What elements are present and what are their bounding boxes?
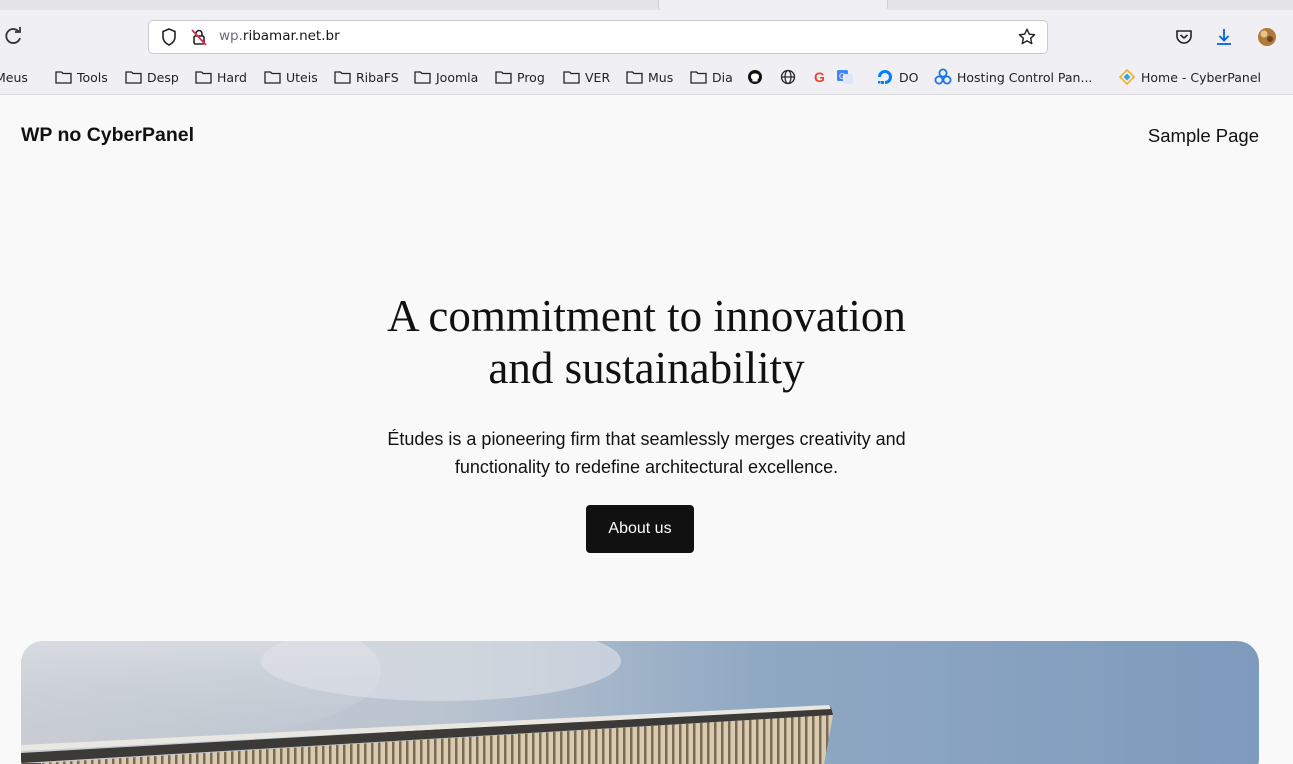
bookmark-translate[interactable]: G — [836, 68, 854, 86]
insecure-lock-icon[interactable] — [189, 27, 209, 51]
folder-icon — [334, 71, 351, 84]
bookmark-label: VER — [585, 69, 611, 85]
download-icon[interactable] — [1213, 26, 1235, 48]
bookmark-folder-joomla[interactable]: Joomla — [414, 68, 478, 86]
google-icon: G — [814, 69, 825, 85]
bookmark-hosting-control-panel[interactable]: Hosting Control Pan... — [934, 68, 1092, 86]
bookmark-folder-mus[interactable]: Mus — [626, 68, 673, 86]
bookmark-label: Mus — [648, 69, 674, 85]
folder-icon — [495, 71, 512, 84]
nav-link-sample-page[interactable]: Sample Page — [1148, 125, 1259, 147]
bookmark-label: Home - CyberPanel — [1141, 69, 1261, 85]
url-domain: ribamar.net.br — [242, 28, 340, 44]
url-text[interactable]: wp.ribamar.net.br — [219, 28, 340, 44]
translate-icon: G — [837, 70, 853, 84]
bookmark-folder-ver[interactable]: VER — [563, 68, 610, 86]
folder-icon — [690, 71, 707, 84]
hosting-icon — [934, 68, 952, 85]
reload-icon[interactable] — [4, 26, 26, 48]
bookmark-label: RibaFS — [356, 69, 399, 85]
bookmark-star-icon[interactable] — [1017, 27, 1037, 51]
about-us-button[interactable]: About us — [586, 505, 694, 553]
url-subdomain: wp. — [219, 28, 243, 44]
browser-toolbar: wp.ribamar.net.br Meus Tools Desp Hard U… — [0, 0, 1293, 95]
bookmark-folder-desp[interactable]: Desp — [125, 68, 179, 86]
bookmark-label: Desp — [147, 69, 179, 85]
folder-icon — [195, 71, 212, 84]
bookmark-folder-meus[interactable]: Meus — [0, 68, 28, 86]
folder-icon — [264, 71, 281, 84]
bookmark-label: DO — [899, 69, 919, 85]
hero-building-image — [21, 641, 1259, 764]
bookmark-folder-ribafs[interactable]: RibaFS — [334, 68, 399, 86]
hero-title-line-2: and sustainability — [488, 343, 805, 393]
bookmark-label: Prog — [517, 69, 545, 85]
bookmark-folder-tools[interactable]: Tools — [55, 68, 108, 86]
bookmark-label: Dia — [712, 69, 733, 85]
bookmark-folder-prog[interactable]: Prog — [495, 68, 545, 86]
folder-icon — [626, 71, 643, 84]
bookmark-folder-dia[interactable]: Dia — [690, 68, 733, 86]
cyberpanel-icon — [1118, 68, 1136, 86]
active-tab[interactable] — [658, 0, 888, 10]
bookmark-home-cyberpanel[interactable]: Home - CyberPanel — [1118, 68, 1261, 86]
pocket-icon[interactable] — [1173, 26, 1195, 48]
bookmark-label: Meus — [0, 69, 28, 85]
digitalocean-icon — [878, 70, 892, 84]
folder-icon — [414, 71, 431, 84]
tracking-protection-icon[interactable] — [159, 27, 179, 51]
bookmark-label: Hosting Control Pan... — [957, 69, 1093, 85]
bookmark-label: Hard — [217, 69, 247, 85]
address-bar[interactable]: wp.ribamar.net.br — [148, 20, 1048, 54]
bookmark-label: Joomla — [436, 69, 479, 85]
bookmark-folder-hard[interactable]: Hard — [195, 68, 247, 86]
bookmark-label: Tools — [77, 69, 108, 85]
bookmark-folder-uteis[interactable]: Uteis — [264, 68, 318, 86]
globe-icon — [780, 69, 796, 85]
svg-text:G: G — [839, 72, 845, 81]
bookmark-label: Uteis — [286, 69, 318, 85]
tab-strip — [0, 0, 1293, 10]
bookmark-google[interactable]: G — [812, 68, 828, 86]
bookmarks-bar: Meus Tools Desp Hard Uteis RibaFS Joomla — [0, 64, 1293, 90]
folder-icon — [55, 71, 72, 84]
hero-title-line-1: A commitment to innovation — [387, 291, 906, 341]
hero-subtitle-line-2: functionality to redefine architectural … — [454, 457, 839, 477]
hero-subtitle-line-1: Études is a pioneering firm that seamles… — [387, 429, 906, 449]
profile-avatar-icon[interactable] — [1256, 26, 1278, 48]
site-title[interactable]: WP no CyberPanel — [21, 124, 194, 147]
svg-text:G: G — [814, 69, 825, 85]
folder-icon — [125, 71, 142, 84]
bookmark-globe[interactable] — [780, 68, 796, 86]
hero-subtitle: Études is a pioneering firm that seamles… — [0, 425, 1293, 481]
bookmark-digitalocean[interactable]: DO — [876, 68, 918, 86]
folder-icon — [563, 71, 580, 84]
hero-title: A commitment to innovation and sustainab… — [0, 290, 1293, 394]
bookmark-github[interactable] — [747, 68, 763, 86]
github-icon — [748, 70, 762, 84]
